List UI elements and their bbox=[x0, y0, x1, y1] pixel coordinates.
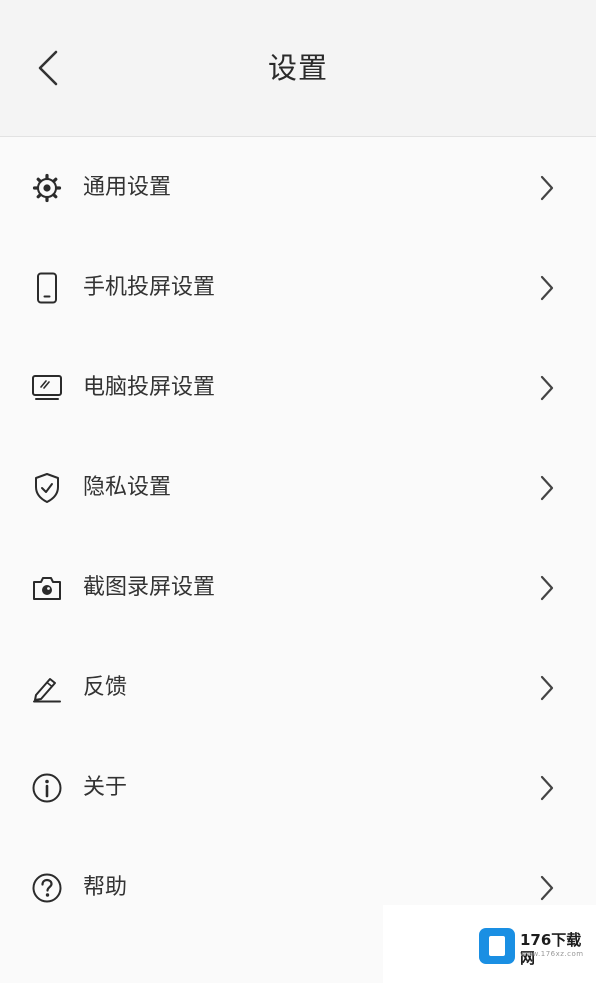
chevron-right-icon bbox=[532, 771, 562, 805]
settings-item-feedback[interactable]: 反馈 bbox=[0, 637, 596, 737]
camera-icon bbox=[28, 571, 66, 605]
info-icon bbox=[28, 771, 66, 805]
chevron-right-icon bbox=[532, 171, 562, 205]
settings-item-label: 手机投屏设置 bbox=[83, 275, 216, 300]
header-bar: 设置 bbox=[0, 0, 596, 137]
settings-screen: 设置 通用设置 手机投屏设置 电脑投屏设置 隐私设置 截图录屏设置 反馈 关于 … bbox=[0, 0, 596, 983]
monitor-icon bbox=[28, 371, 66, 405]
settings-item-capture[interactable]: 截图录屏设置 bbox=[0, 537, 596, 637]
watermark-url: www.176xz.com bbox=[520, 950, 584, 958]
settings-item-label: 通用设置 bbox=[83, 175, 172, 200]
settings-list: 通用设置 手机投屏设置 电脑投屏设置 隐私设置 截图录屏设置 反馈 关于 帮助 bbox=[0, 137, 596, 937]
chevron-right-icon bbox=[532, 871, 562, 905]
help-icon bbox=[28, 871, 66, 905]
settings-item-label: 隐私设置 bbox=[83, 475, 172, 500]
chevron-right-icon bbox=[532, 671, 562, 705]
settings-item-label: 关于 bbox=[83, 775, 128, 800]
settings-item-about[interactable]: 关于 bbox=[0, 737, 596, 837]
settings-item-privacy[interactable]: 隐私设置 bbox=[0, 437, 596, 537]
site-watermark: 176下载网 www.176xz.com bbox=[383, 905, 596, 983]
page-title: 设置 bbox=[267, 51, 328, 85]
watermark-brand: 176下载网 bbox=[520, 931, 582, 967]
gear-icon bbox=[28, 171, 66, 205]
chevron-right-icon bbox=[532, 271, 562, 305]
pencil-icon bbox=[28, 671, 66, 705]
settings-item-label: 电脑投屏设置 bbox=[83, 375, 216, 400]
chevron-right-icon bbox=[532, 571, 562, 605]
chevron-right-icon bbox=[532, 371, 562, 405]
watermark-logo-icon bbox=[479, 928, 515, 964]
settings-item-label: 反馈 bbox=[83, 675, 128, 700]
settings-item-general[interactable]: 通用设置 bbox=[0, 137, 596, 237]
settings-item-label: 截图录屏设置 bbox=[83, 575, 216, 600]
chevron-right-icon bbox=[532, 471, 562, 505]
settings-item-phone-cast[interactable]: 手机投屏设置 bbox=[0, 237, 596, 337]
settings-item-pc-cast[interactable]: 电脑投屏设置 bbox=[0, 337, 596, 437]
phone-icon bbox=[28, 271, 66, 305]
shield-check-icon bbox=[28, 471, 66, 505]
settings-item-label: 帮助 bbox=[83, 875, 128, 900]
